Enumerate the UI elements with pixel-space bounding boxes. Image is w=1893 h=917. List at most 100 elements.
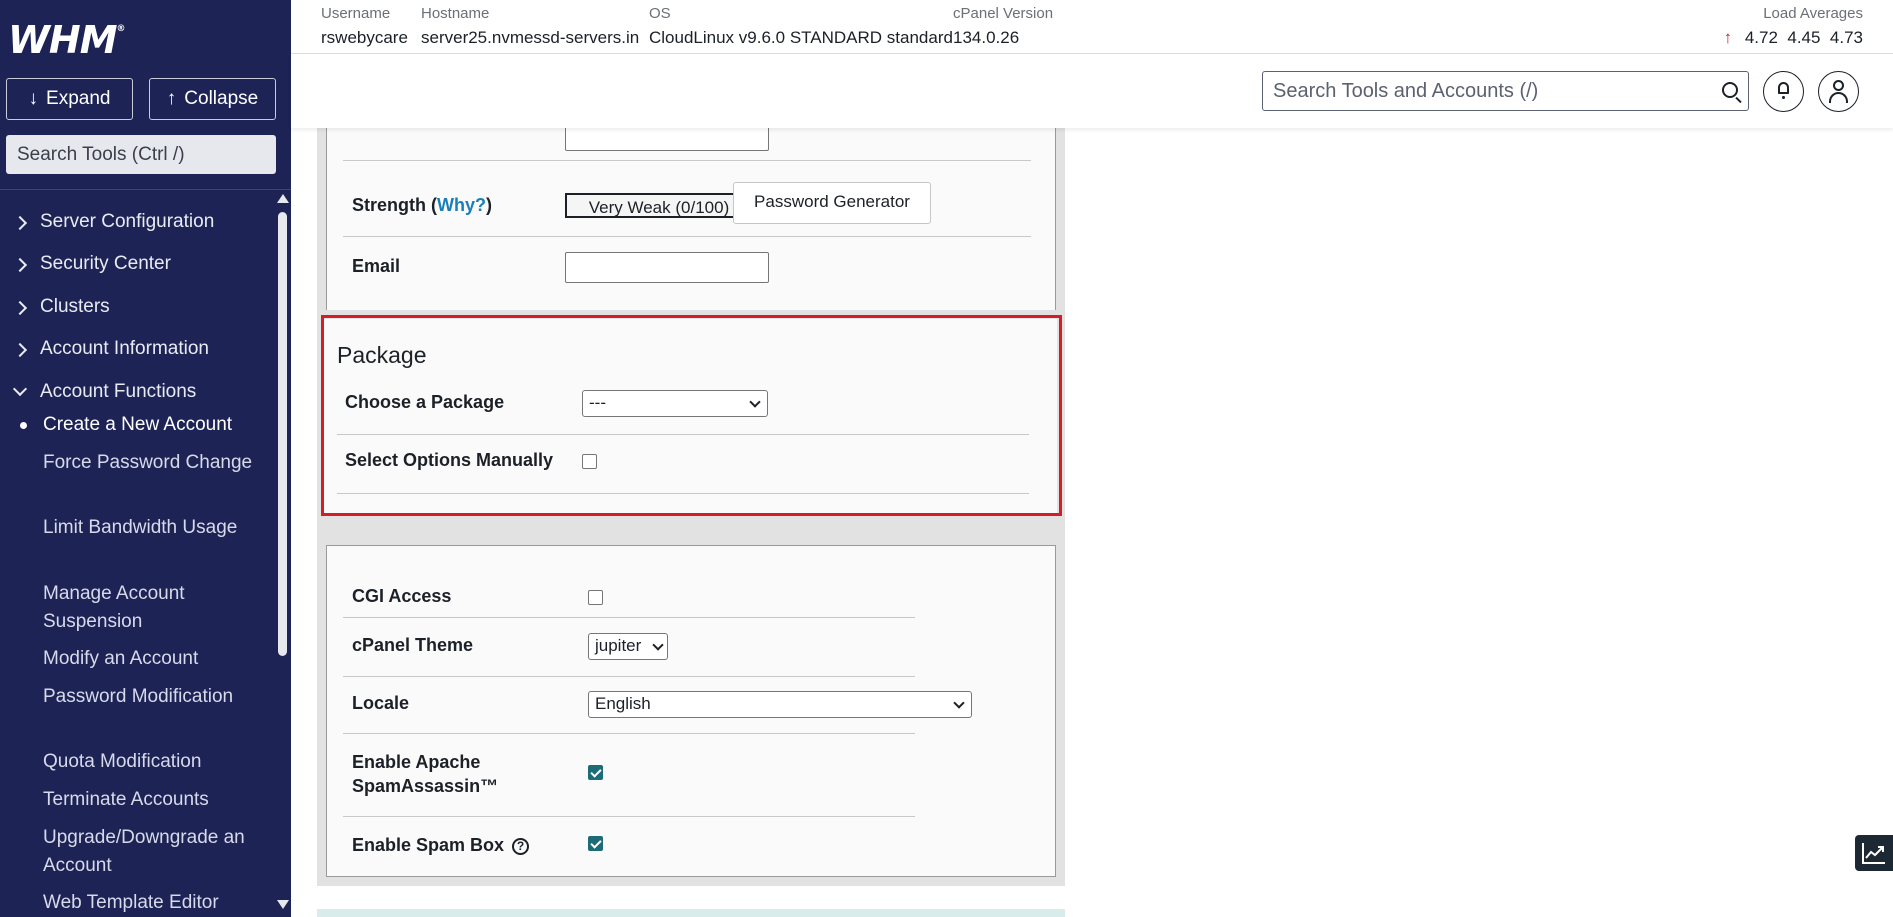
load-15min: 4.73 (1829, 28, 1863, 47)
load-5min: 4.45 (1787, 28, 1821, 47)
chart-icon (1862, 843, 1885, 864)
cpanel-version-info: cPanel Version 134.0.26 (953, 5, 1053, 48)
row-divider (343, 733, 915, 734)
nav-label: Server Configuration (40, 211, 215, 232)
chevron-right-icon (12, 300, 28, 316)
email-label: Email (352, 256, 401, 276)
nav-label: Clusters (40, 296, 110, 317)
locale-select[interactable]: English (588, 691, 972, 718)
email-field[interactable] (565, 252, 769, 283)
chevron-down-icon (12, 381, 28, 397)
row-divider (343, 160, 1031, 161)
load-up-arrow-icon: ↑ (1723, 28, 1733, 47)
cpanel-version-value: 134.0.26 (953, 28, 1020, 47)
whm-logo[interactable]: WHM® (8, 18, 126, 62)
os-info: OS CloudLinux v9.6.0 STANDARD standard (649, 5, 953, 48)
username-info: Username rswebycare (321, 5, 408, 48)
spamassassin-label: Enable Apache SpamAssassin™ (352, 750, 498, 798)
collapse-label: Collapse (184, 88, 259, 109)
load-averages-key: Load Averages (1763, 5, 1863, 22)
load-averages-values: ↑ 4.72 4.45 4.73 (1724, 28, 1863, 48)
strength-label-text: Strength ( (352, 195, 437, 215)
package-highlight-box (321, 315, 1062, 516)
next-panel-edge (317, 909, 1065, 917)
scrollbar-thumb[interactable] (278, 212, 287, 656)
load-averages: Load Averages ↑ 4.72 4.45 4.73 (1724, 5, 1863, 48)
scroll-up-arrow-icon[interactable] (277, 194, 289, 203)
registered-mark: ® (116, 24, 126, 34)
os-key: OS (649, 5, 671, 22)
options-panel-inner: CGI Access cPanel Theme jupiter Locale E… (326, 545, 1056, 877)
theme-select-value: jupiter (595, 636, 642, 655)
expand-button[interactable]: ↓ Expand (6, 78, 133, 120)
spamassassin-label-line1: Enable Apache (352, 752, 481, 772)
arrow-up-icon: ↑ (166, 88, 177, 109)
active-bullet-icon (20, 422, 27, 429)
nav-create-new-account[interactable]: Create a New Account (43, 411, 253, 439)
hostname-value: server25.nvmessd-servers.in (421, 28, 640, 47)
password-confirm-field[interactable] (565, 128, 769, 151)
spam-box-checkbox[interactable] (588, 836, 603, 851)
password-strength-meter: Very Weak (0/100) (565, 193, 753, 218)
nav-upgrade-downgrade-account[interactable]: Upgrade/Downgrade an Account (43, 824, 253, 880)
scroll-down-arrow-icon[interactable] (277, 900, 289, 909)
sidebar-nav: Server Configuration Security Center Clu… (0, 190, 274, 917)
username-key: Username (321, 5, 391, 22)
collapse-button[interactable]: ↑ Collapse (149, 78, 276, 120)
chevron-right-icon (12, 215, 28, 231)
nav-web-template-editor[interactable]: Web Template Editor (43, 889, 253, 917)
spamassassin-checkbox[interactable] (588, 765, 603, 780)
load-1min: 4.72 (1744, 28, 1778, 47)
sidebar: WHM® ↓ Expand ↑ Collapse Search Tools (C… (0, 0, 291, 917)
server-info-bar: Username rswebycare Hostname server25.nv… (291, 0, 1893, 54)
cgi-access-checkbox[interactable] (588, 590, 603, 605)
top-toolbar: Search Tools and Accounts (/) (291, 54, 1893, 128)
why-link[interactable]: Why? (437, 195, 486, 215)
locale-select-value: English (595, 694, 651, 713)
nav-modify-an-account[interactable]: Modify an Account (43, 645, 253, 673)
nav-label: Account Functions (40, 381, 197, 402)
password-generator-button[interactable]: Password Generator (733, 182, 931, 224)
os-value: CloudLinux v9.6.0 STANDARD standard (649, 28, 953, 47)
main-content: Strength (Why?) Very Weak (0/100) Passwo… (291, 128, 1893, 917)
nav-terminate-accounts[interactable]: Terminate Accounts (43, 786, 253, 814)
search-placeholder: Search Tools and Accounts (/) (1273, 80, 1539, 102)
row-divider (343, 617, 915, 618)
nav-limit-bandwidth-usage[interactable]: Limit Bandwidth Usage (43, 514, 253, 542)
spam-box-label-text: Enable Spam Box (352, 835, 505, 855)
spam-box-label: Enable Spam Box ? (352, 835, 530, 856)
username-value: rswebycare (321, 28, 408, 47)
row-divider (343, 816, 915, 817)
nav-label: Security Center (40, 253, 171, 274)
tools-accounts-search-input[interactable]: Search Tools and Accounts (/) (1262, 71, 1749, 111)
user-menu-button[interactable] (1818, 71, 1859, 112)
notifications-button[interactable] (1763, 71, 1804, 112)
nav-label: Account Information (40, 338, 209, 359)
cpanel-theme-label: cPanel Theme (352, 635, 474, 655)
nav-force-password-change[interactable]: Force Password Change (43, 449, 253, 477)
cpanel-version-key: cPanel Version (953, 5, 1054, 22)
chevron-down-icon (652, 639, 664, 651)
analytics-button[interactable] (1855, 835, 1893, 871)
hostname-key: Hostname (421, 5, 490, 22)
cpanel-theme-select[interactable]: jupiter (588, 633, 668, 660)
arrow-down-icon: ↓ (28, 88, 39, 109)
chevron-right-icon (12, 257, 28, 273)
search-icon[interactable] (1722, 82, 1738, 98)
bell-icon (1778, 82, 1789, 99)
nav-quota-modification[interactable]: Quota Modification (43, 748, 253, 776)
sidebar-search-input[interactable]: Search Tools (Ctrl /) (6, 135, 276, 174)
nav-manage-account-suspension[interactable]: Manage Account Suspension (43, 580, 253, 636)
chevron-down-icon (953, 697, 965, 709)
nav-password-modification[interactable]: Password Modification (43, 683, 253, 711)
locale-label: Locale (352, 693, 410, 713)
help-icon[interactable]: ? (512, 837, 530, 855)
chevron-right-icon (12, 342, 28, 358)
cgi-access-label: CGI Access (352, 586, 452, 606)
spamassassin-label-line2: SpamAssassin™ (352, 776, 499, 796)
user-icon-body (1829, 92, 1848, 103)
options-panel: CGI Access cPanel Theme jupiter Locale E… (317, 536, 1065, 886)
strength-label: Strength (Why?) (352, 195, 492, 216)
row-divider (343, 236, 1031, 237)
hostname-info: Hostname server25.nvmessd-servers.in (421, 5, 639, 48)
